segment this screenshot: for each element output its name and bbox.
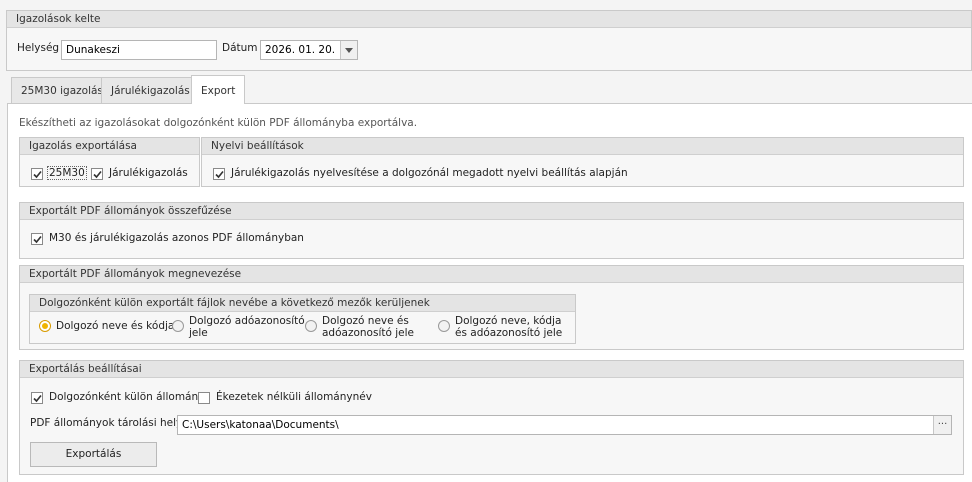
check-icon — [215, 170, 224, 179]
tab-25m30[interactable]: 25M30 igazolás — [11, 77, 113, 103]
export-settings-title: Exportálás beállításai — [20, 361, 963, 378]
radio-name-tax-id-label-2[interactable]: adóazonosító jele — [322, 327, 414, 339]
radio-tax-id-label-1[interactable]: Dolgozó adóazonosító — [189, 315, 305, 327]
date-value: 2026. 01. 20. — [265, 44, 336, 56]
check-icon — [33, 394, 42, 403]
cb-language-label[interactable]: Járulékigazolás nyelvesítése a dolgozóná… — [231, 167, 628, 179]
export-description: Ekészítheti az igazolásokat dolgozónként… — [19, 117, 418, 129]
tab-jarulekigazolas[interactable]: Járulékigazolás — [101, 77, 200, 103]
tab-export[interactable]: Export — [191, 75, 246, 104]
cb-merge-label[interactable]: M30 és járulékigazolás azonos PDF állomá… — [49, 232, 304, 244]
export-panel: Ekészítheti az igazolásokat dolgozónként… — [7, 103, 972, 482]
naming-group-title: Exportált PDF állományok megnevezése — [20, 266, 963, 283]
export-certificates-title: Igazolás exportálása — [20, 138, 199, 155]
cb-merge[interactable] — [31, 233, 43, 245]
dates-group-title: Igazolások kelte — [7, 11, 971, 28]
radio-name-code-label[interactable]: Dolgozó neve és kódja — [56, 320, 174, 332]
export-button[interactable]: Exportálás — [30, 442, 157, 467]
naming-group: Exportált PDF állományok megnevezése Dol… — [19, 265, 964, 350]
chevron-down-icon — [345, 47, 353, 53]
export-button-label: Exportálás — [65, 448, 122, 460]
radio-tax-id-label-2[interactable]: jele — [189, 327, 208, 339]
merge-group-title: Exportált PDF állományok összefűzése — [20, 203, 963, 220]
browse-button[interactable]: ··· — [933, 416, 951, 434]
city-label: Helység — [17, 42, 60, 54]
date-label: Dátum — [222, 42, 258, 54]
path-input[interactable]: C:\Users\katonaa\Documents\ ··· — [177, 415, 952, 435]
date-dropdown-button[interactable] — [340, 41, 357, 59]
dates-group: Igazolások kelte Helység Dunakeszi Dátum… — [6, 10, 972, 71]
radio-tax-id[interactable] — [172, 320, 184, 332]
cb-no-accents[interactable] — [198, 392, 210, 404]
ellipsis-icon: ··· — [937, 419, 948, 430]
cb-separate-files-label[interactable]: Dolgozónként külön állomány — [49, 391, 204, 403]
export-certificates-group: Igazolás exportálása 25M30 Járulékigazol… — [19, 137, 200, 187]
cb-separate-files[interactable] — [31, 392, 43, 404]
export-settings-group: Exportálás beállításai Dolgozónként külö… — [19, 360, 964, 475]
path-value: C:\Users\katonaa\Documents\ — [182, 419, 339, 431]
date-input[interactable]: 2026. 01. 20. — [260, 40, 358, 60]
radio-name-code-tax-id-label-1[interactable]: Dolgozó neve, kódja — [455, 315, 561, 327]
check-icon — [93, 170, 102, 179]
check-icon — [33, 235, 42, 244]
radio-name-tax-id[interactable] — [305, 320, 317, 332]
language-settings-group: Nyelvi beállítások Járulékigazolás nyelv… — [201, 137, 964, 187]
cb-jarulekigazolas[interactable] — [91, 168, 103, 180]
radio-name-code[interactable] — [39, 320, 51, 332]
city-input[interactable]: Dunakeszi — [61, 40, 217, 60]
cb-25m30[interactable] — [31, 168, 43, 180]
path-label: PDF állományok tárolási helye — [30, 417, 189, 429]
cb-language[interactable] — [213, 168, 225, 180]
radio-name-code-tax-id-label-2[interactable]: és adóazonosító jele — [455, 327, 562, 339]
cb-25m30-label[interactable]: 25M30 — [47, 166, 87, 180]
cb-jarulekigazolas-label[interactable]: Járulékigazolás — [109, 167, 188, 179]
radio-name-tax-id-label-1[interactable]: Dolgozó neve és — [322, 315, 409, 327]
naming-fields-group: Dolgozónként külön exportált fájlok nevé… — [29, 294, 576, 344]
language-settings-title: Nyelvi beállítások — [202, 138, 963, 155]
cb-no-accents-label[interactable]: Ékezetek nélküli állománynév — [216, 391, 372, 403]
merge-group: Exportált PDF állományok összefűzése M30… — [19, 202, 964, 259]
radio-name-code-tax-id[interactable] — [438, 320, 450, 332]
naming-fields-title: Dolgozónként külön exportált fájlok nevé… — [30, 295, 575, 312]
check-icon — [33, 170, 42, 179]
